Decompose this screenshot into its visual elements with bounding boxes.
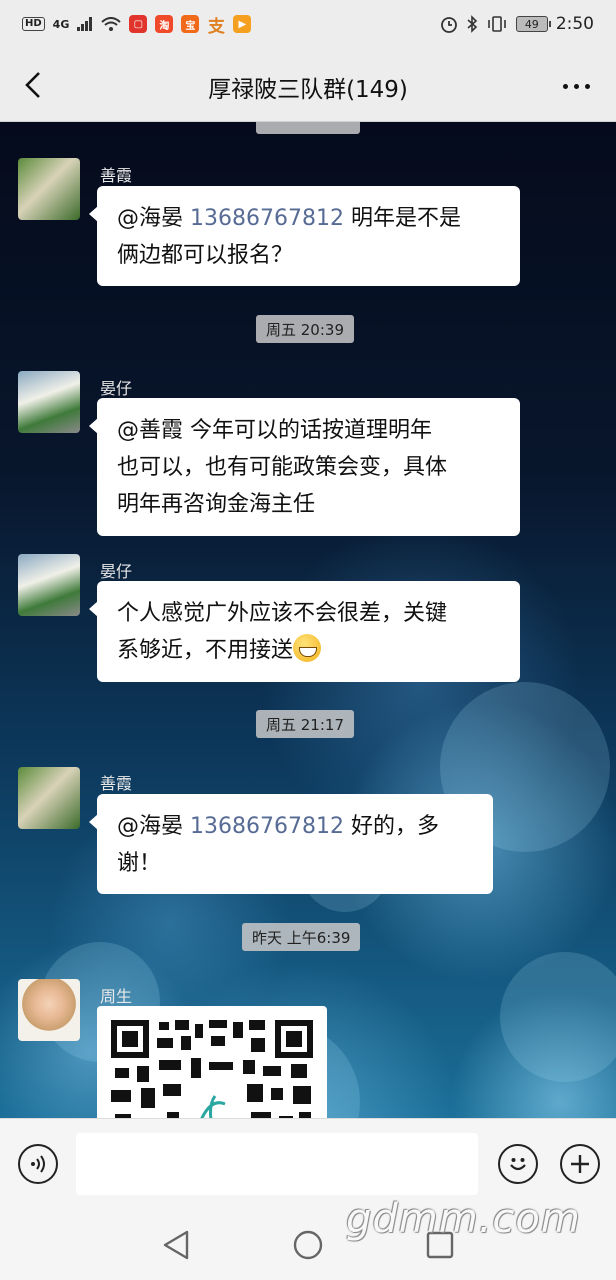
avatar[interactable] [18, 767, 80, 829]
sender-name: 晏仔 [100, 562, 133, 581]
network-type: 4G [52, 17, 70, 31]
mention[interactable]: @海晏 [117, 814, 183, 839]
alipay-icon: 支 [207, 16, 225, 37]
shopping-app-icon: 宝 [181, 15, 200, 33]
message-bubble[interactable]: @海晏 13686767812 好的，多 谢！ [89, 794, 493, 894]
status-left: HD 4G ▢ 淘 宝 支 ▶ [22, 15, 252, 37]
qr-code-icon [111, 1020, 313, 1118]
phone-link[interactable]: 13686767812 [190, 206, 344, 231]
message-text: 明年再咨询金海主任 [117, 492, 316, 517]
voice-icon [31, 1155, 45, 1173]
battery-icon: 49 [515, 16, 551, 32]
notification-app-icon: ▢ [129, 15, 148, 33]
hd-icon: HD [22, 17, 45, 31]
message-bubble[interactable]: @善霞 今年可以的话按道理明年 也可以，也有可能政策会变，具体 明年再咨询金海主… [89, 398, 520, 536]
status-right: 49 2:50 [440, 14, 594, 34]
avatar[interactable] [18, 371, 80, 433]
watermark: gdmm.com [346, 1196, 581, 1242]
clock: 2:50 [555, 14, 594, 34]
message-text: 明年是不是 [343, 206, 461, 231]
more-dot-icon [574, 84, 579, 89]
mention[interactable]: @海晏 [117, 206, 183, 231]
sender-name: 晏仔 [100, 379, 133, 398]
sender-name: 善霞 [100, 774, 133, 793]
taobao-icon: 淘 [155, 15, 174, 33]
timestamp: 昨天 上午6:39 [242, 923, 361, 951]
chat-title: 厚禄陂三队群(149) [208, 77, 408, 103]
signal-icon [77, 17, 93, 31]
phone-link[interactable]: 13686767812 [190, 814, 344, 839]
timestamp-partial [256, 122, 360, 134]
timestamp: 周五 20:39 [256, 315, 354, 343]
message-list[interactable]: 善霞 @海晏 13686767812 明年是不是 俩边都可以报名？ 周五 20:… [0, 122, 616, 1118]
plus-icon [571, 1155, 589, 1173]
more-options-button[interactable] [563, 84, 590, 89]
more-dot-icon [585, 84, 590, 89]
message-text: 个人感觉广外应该不会很差，关键 [117, 601, 448, 626]
message-text: 俩边都可以报名？ [117, 243, 294, 268]
more-functions-button[interactable] [560, 1144, 600, 1184]
avatar[interactable] [18, 158, 80, 220]
message-bubble[interactable]: @海晏 13686767812 明年是不是 俩边都可以报名？ [89, 186, 520, 286]
vibrate-icon [488, 16, 506, 32]
voice-input-button[interactable] [18, 1144, 58, 1184]
more-dot-icon [563, 84, 568, 89]
timestamp: 周五 21:17 [256, 710, 354, 738]
message-text: 也可以，也有可能政策会变，具体 [117, 455, 448, 480]
bluetooth-icon [467, 15, 477, 33]
message-text: 谢！ [117, 851, 162, 876]
grinning-face-icon [293, 634, 322, 662]
emoji-button[interactable] [498, 1144, 538, 1184]
nav-back-icon[interactable] [160, 1228, 192, 1262]
wifi-icon [101, 17, 122, 31]
status-bar: HD 4G ▢ 淘 宝 支 ▶ 49 2:50 [0, 0, 616, 48]
sender-name: 周生 [100, 987, 133, 1006]
nav-home-icon[interactable] [292, 1228, 324, 1262]
bokeh-decoration [500, 952, 616, 1082]
message-input[interactable] [76, 1133, 478, 1195]
alarm-icon [440, 17, 457, 33]
avatar[interactable] [18, 554, 80, 616]
video-app-icon: ▶ [233, 15, 252, 33]
message-bubble[interactable]: 个人感觉广外应该不会很差，关键 系够近，不用接送 [89, 581, 520, 682]
avatar[interactable] [18, 979, 80, 1041]
message-text: 系够近，不用接送 [117, 638, 294, 663]
chat-header: 厚禄陂三队群(149) [0, 48, 616, 122]
message-text: @善霞 今年可以的话按道理明年 [117, 418, 432, 443]
smiley-icon [510, 1158, 526, 1171]
message-text: 好的，多 [343, 814, 439, 839]
qr-code-image[interactable] [97, 1006, 327, 1118]
sender-name: 善霞 [100, 166, 133, 185]
